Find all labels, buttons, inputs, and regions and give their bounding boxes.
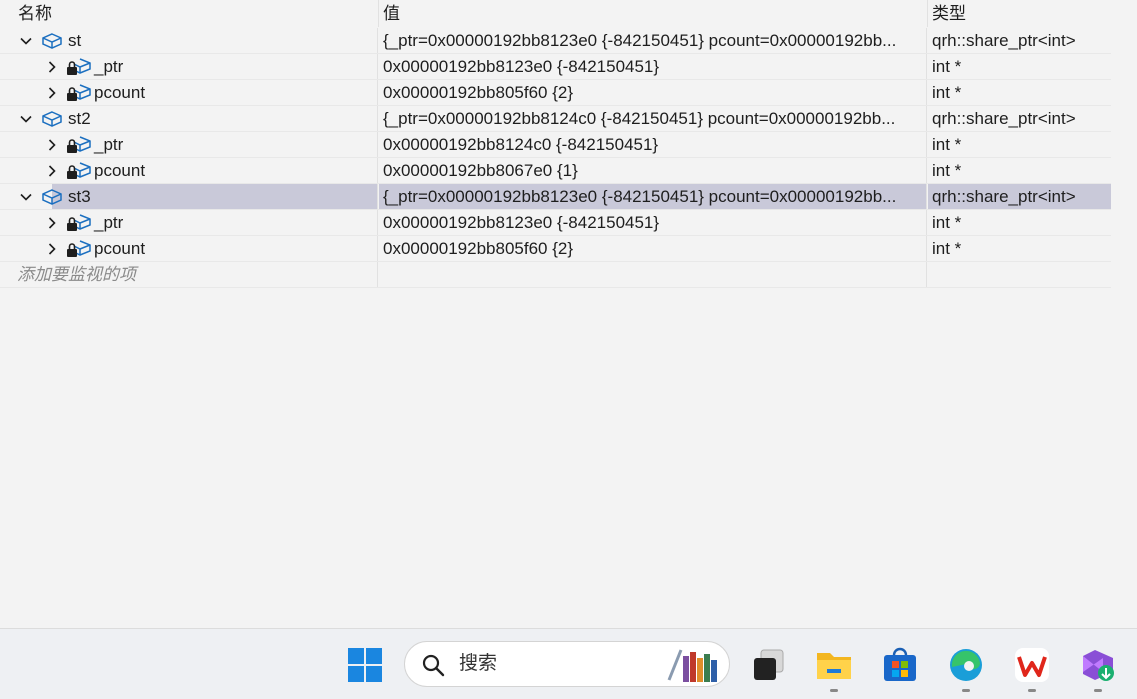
name-cell[interactable]: pcount bbox=[14, 80, 378, 105]
value-cell[interactable]: 0x00000192bb8123e0 {-842150451} bbox=[379, 210, 927, 235]
value-cell[interactable]: 0x00000192bb8123e0 {-842150451} bbox=[379, 54, 927, 79]
variable-name: _ptr bbox=[94, 213, 124, 232]
edge-icon[interactable] bbox=[947, 646, 985, 684]
visual-studio-icon[interactable] bbox=[1079, 646, 1117, 684]
private-field-icon bbox=[66, 240, 91, 258]
search-icon bbox=[421, 653, 445, 682]
taskbar-search-box[interactable]: 搜索 bbox=[404, 641, 730, 687]
header-value-label: 值 bbox=[383, 4, 400, 23]
variable-name: st2 bbox=[68, 109, 91, 128]
add-watch-row[interactable]: 添加要监视的项 bbox=[0, 262, 1111, 288]
variable-name: pcount bbox=[94, 161, 146, 180]
private-field-icon bbox=[66, 214, 91, 232]
variable-name: st3 bbox=[68, 187, 91, 206]
add-watch-value-cell bbox=[379, 262, 927, 287]
add-watch-cell[interactable]: 添加要监视的项 bbox=[14, 262, 378, 287]
type-cell: int * bbox=[932, 135, 962, 154]
watch-window: 名称 值 类型 st {_ptr=0x00000192bb8123e0 {-842… bbox=[0, 0, 1137, 628]
header-name-label: 名称 bbox=[18, 4, 52, 23]
visual-studio-running-indicator bbox=[1094, 689, 1102, 692]
watch-child-row-pcount[interactable]: pcount 0x00000192bb805f60 {2} int * bbox=[0, 80, 1111, 106]
chevron-right-icon[interactable] bbox=[44, 210, 60, 235]
type-cell: qrh::share_ptr<int> bbox=[928, 184, 1111, 209]
type-cell: int * bbox=[932, 213, 962, 232]
value-cell[interactable]: 0x00000192bb8067e0 {1} bbox=[379, 158, 927, 183]
task-view-icon[interactable] bbox=[750, 646, 788, 684]
wps-office-icon[interactable] bbox=[1013, 646, 1051, 684]
books-decoration-icon bbox=[663, 646, 721, 689]
object-icon bbox=[40, 32, 64, 50]
edge-running-indicator bbox=[962, 689, 970, 692]
value-cell[interactable]: 0x00000192bb805f60 {2} bbox=[379, 80, 927, 105]
name-cell[interactable]: _ptr bbox=[14, 132, 378, 157]
watch-row-st3[interactable]: st3 {_ptr=0x00000192bb8123e0 {-842150451}… bbox=[0, 184, 1111, 210]
variable-name: st bbox=[68, 31, 82, 50]
name-cell[interactable]: pcount bbox=[14, 236, 378, 261]
variable-name: pcount bbox=[94, 83, 146, 102]
wps-running-indicator bbox=[1028, 689, 1036, 692]
watch-row-st2[interactable]: st2 {_ptr=0x00000192bb8124c0 {-842150451}… bbox=[0, 106, 1111, 132]
private-field-icon bbox=[66, 162, 91, 180]
file-explorer-icon[interactable] bbox=[815, 646, 853, 684]
add-watch-placeholder: 添加要监视的项 bbox=[17, 265, 136, 284]
variable-name: _ptr bbox=[94, 57, 124, 76]
name-cell[interactable]: _ptr bbox=[14, 54, 378, 79]
selection-highlight bbox=[52, 184, 377, 209]
chevron-right-icon[interactable] bbox=[44, 158, 60, 183]
chevron-right-icon[interactable] bbox=[44, 236, 60, 261]
type-cell: int * bbox=[932, 57, 962, 76]
value-cell[interactable]: 0x00000192bb805f60 {2} bbox=[379, 236, 927, 261]
chevron-down-icon[interactable] bbox=[18, 28, 34, 53]
name-cell[interactable]: st3 bbox=[14, 184, 378, 209]
chevron-right-icon[interactable] bbox=[44, 132, 60, 157]
watch-child-row-pcount[interactable]: pcount 0x00000192bb8067e0 {1} int * bbox=[0, 158, 1111, 184]
type-cell: qrh::share_ptr<int> bbox=[932, 109, 1076, 128]
value-cell[interactable]: {_ptr=0x00000192bb8124c0 {-842150451} pc… bbox=[379, 106, 927, 131]
private-field-icon bbox=[66, 136, 91, 154]
type-cell: qrh::share_ptr<int> bbox=[932, 31, 1076, 50]
search-placeholder: 搜索 bbox=[459, 653, 498, 674]
header-name[interactable]: 名称 bbox=[14, 0, 379, 27]
chevron-right-icon[interactable] bbox=[44, 80, 60, 105]
watch-child-row-_ptr[interactable]: _ptr 0x00000192bb8123e0 {-842150451} int * bbox=[0, 210, 1111, 236]
header-type-label: 类型 bbox=[932, 4, 966, 23]
watch-rows: st {_ptr=0x00000192bb8123e0 {-842150451} … bbox=[0, 28, 1111, 288]
watch-child-row-_ptr[interactable]: _ptr 0x00000192bb8124c0 {-842150451} int * bbox=[0, 132, 1111, 158]
name-cell[interactable]: pcount bbox=[14, 158, 378, 183]
value-cell[interactable]: 0x00000192bb8124c0 {-842150451} bbox=[379, 132, 927, 157]
name-cell[interactable]: st bbox=[14, 28, 378, 53]
watch-child-row-pcount[interactable]: pcount 0x00000192bb805f60 {2} int * bbox=[0, 236, 1111, 262]
chevron-down-icon[interactable] bbox=[18, 106, 34, 131]
object-icon bbox=[40, 188, 64, 206]
file-explorer-running-indicator bbox=[830, 689, 838, 692]
column-header: 名称 值 类型 bbox=[0, 0, 1111, 28]
chevron-right-icon[interactable] bbox=[44, 54, 60, 79]
watch-row-st[interactable]: st {_ptr=0x00000192bb8123e0 {-842150451} … bbox=[0, 28, 1111, 54]
name-cell[interactable]: _ptr bbox=[14, 210, 378, 235]
header-value[interactable]: 值 bbox=[379, 0, 928, 27]
private-field-icon bbox=[66, 58, 91, 76]
microsoft-store-icon[interactable] bbox=[881, 646, 919, 684]
add-watch-type-cell bbox=[928, 262, 1111, 287]
header-type[interactable]: 类型 bbox=[928, 0, 1111, 27]
value-cell[interactable]: {_ptr=0x00000192bb8123e0 {-842150451} pc… bbox=[379, 28, 927, 53]
windows-start-icon[interactable] bbox=[346, 646, 384, 684]
taskbar: 搜索 bbox=[0, 628, 1137, 699]
variable-name: pcount bbox=[94, 239, 146, 258]
name-cell[interactable]: st2 bbox=[14, 106, 378, 131]
variable-name: _ptr bbox=[94, 135, 124, 154]
object-icon bbox=[40, 110, 64, 128]
value-cell[interactable]: {_ptr=0x00000192bb8123e0 {-842150451} pc… bbox=[379, 184, 927, 209]
type-cell: int * bbox=[932, 161, 962, 180]
watch-child-row-_ptr[interactable]: _ptr 0x00000192bb8123e0 {-842150451} int * bbox=[0, 54, 1111, 80]
type-cell: int * bbox=[932, 83, 962, 102]
chevron-down-icon[interactable] bbox=[18, 184, 34, 209]
private-field-icon bbox=[66, 84, 91, 102]
type-cell: int * bbox=[932, 239, 962, 258]
